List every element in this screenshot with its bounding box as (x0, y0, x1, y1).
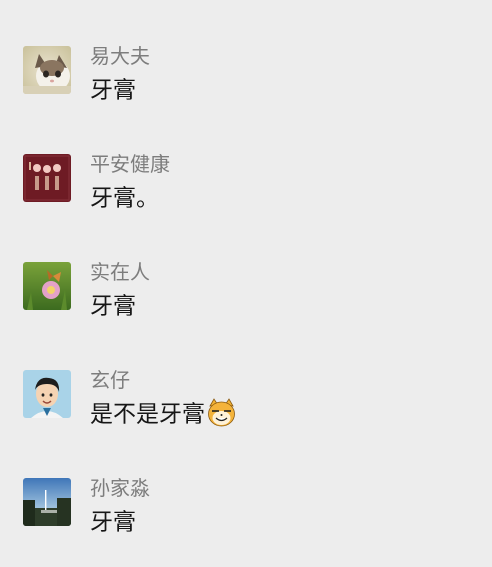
sender-name: 平安健康 (90, 152, 170, 176)
message-text[interactable]: 牙膏 (90, 75, 136, 106)
chat-message: 平安健康 牙膏。 (0, 152, 492, 234)
message-text[interactable]: 牙膏。 (90, 183, 159, 214)
group-chat-message-list: 易大夫 牙膏 平安健康 牙膏。 实在人 牙膏 玄仔 是不是牙膏 孙家淼 牙膏 (0, 0, 492, 567)
chat-message: 玄仔 是不是牙膏 (0, 368, 492, 450)
message-content: 牙膏 (90, 293, 136, 320)
grin-emoji-icon (206, 397, 237, 428)
chat-message: 孙家淼 牙膏 (0, 476, 492, 558)
message-text[interactable]: 牙膏 (90, 291, 136, 322)
sender-name: 实在人 (90, 260, 150, 284)
cartoon-man-avatar[interactable] (23, 370, 71, 418)
chat-message: 易大夫 牙膏 (0, 44, 492, 126)
message-content: 牙膏 (90, 509, 136, 536)
sender-name: 易大夫 (90, 44, 150, 68)
message-content: 牙膏。 (90, 185, 159, 212)
message-text[interactable]: 牙膏 (90, 507, 136, 538)
sender-name: 玄仔 (90, 368, 130, 392)
message-content: 牙膏 (90, 77, 136, 104)
chat-message: 实在人 牙膏 (0, 260, 492, 342)
landscape-avatar[interactable] (23, 478, 71, 526)
flower-butterfly-avatar[interactable] (23, 262, 71, 310)
red-calligraphy-avatar[interactable] (23, 154, 71, 202)
sender-name: 孙家淼 (90, 476, 150, 500)
message-text[interactable]: 是不是牙膏 (90, 397, 237, 430)
cat-photo-avatar[interactable] (23, 46, 71, 94)
message-content: 是不是牙膏 (90, 401, 205, 428)
